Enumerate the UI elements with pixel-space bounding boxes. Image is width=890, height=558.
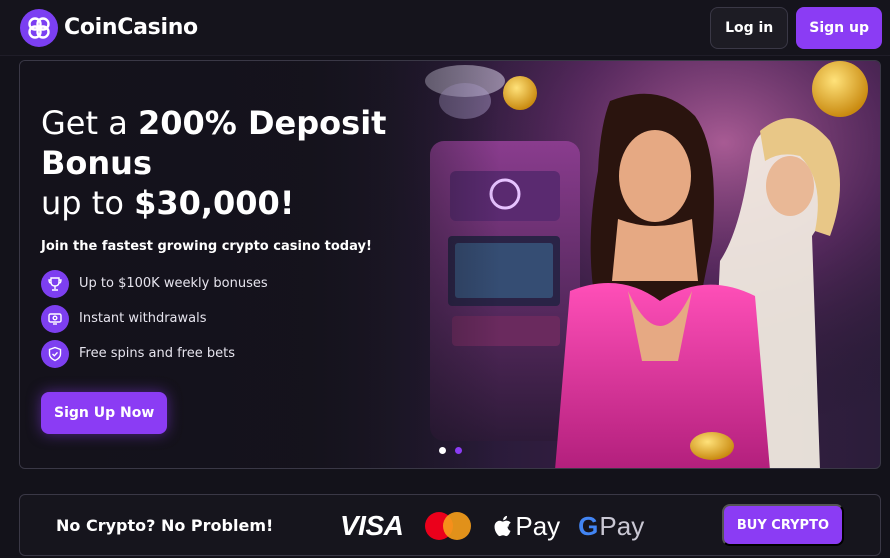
signup-button[interactable]: Sign up	[796, 6, 882, 49]
google-pay-logo: G Pay	[578, 510, 645, 541]
buy-crypto-button[interactable]: BUY CRYPTO	[721, 504, 844, 546]
hero-subheadline: Join the fastest growing crypto casino t…	[41, 239, 372, 254]
visa-logo: VISA	[340, 510, 404, 541]
feature-list: Up to $100K weekly bonuses Instant withd…	[41, 266, 421, 371]
brand-logo[interactable]: CoinCasino	[20, 8, 198, 47]
brand-name: CoinCasino	[64, 15, 198, 40]
coincasino-logo-icon	[20, 8, 58, 47]
mastercard-logo-icon	[425, 512, 472, 540]
shield-check-icon	[41, 339, 69, 368]
payment-logos: VISA Pay G Pay	[340, 495, 644, 557]
feature-item: Up to $100K weekly bonuses	[41, 266, 421, 301]
apple-pay-logo: Pay	[493, 511, 560, 542]
signup-now-button[interactable]: Sign Up Now	[41, 392, 168, 434]
login-button[interactable]: Log in	[710, 6, 789, 49]
no-crypto-text: No Crypto? No Problem!	[56, 515, 274, 535]
payment-methods-bar: No Crypto? No Problem! VISA Pay G Pay BU…	[19, 494, 881, 556]
withdraw-icon	[41, 304, 69, 333]
carousel-dots	[439, 447, 462, 454]
hero-content: Get a 200% Deposit Bonus up to $30,000! …	[41, 103, 421, 434]
google-g-icon: G	[578, 510, 599, 541]
top-header: CoinCasino Log in Sign up	[0, 0, 890, 56]
feature-item: Free spins and free bets	[41, 336, 421, 371]
apple-icon	[494, 515, 512, 537]
carousel-dot-active[interactable]	[455, 447, 462, 454]
trophy-icon	[41, 269, 69, 298]
hero-headline: Get a 200% Deposit Bonus up to $30,000!	[41, 104, 387, 222]
hero-banner: Get a 200% Deposit Bonus up to $30,000! …	[19, 60, 881, 469]
feature-item: Instant withdrawals	[41, 301, 421, 336]
carousel-dot[interactable]	[439, 447, 446, 454]
